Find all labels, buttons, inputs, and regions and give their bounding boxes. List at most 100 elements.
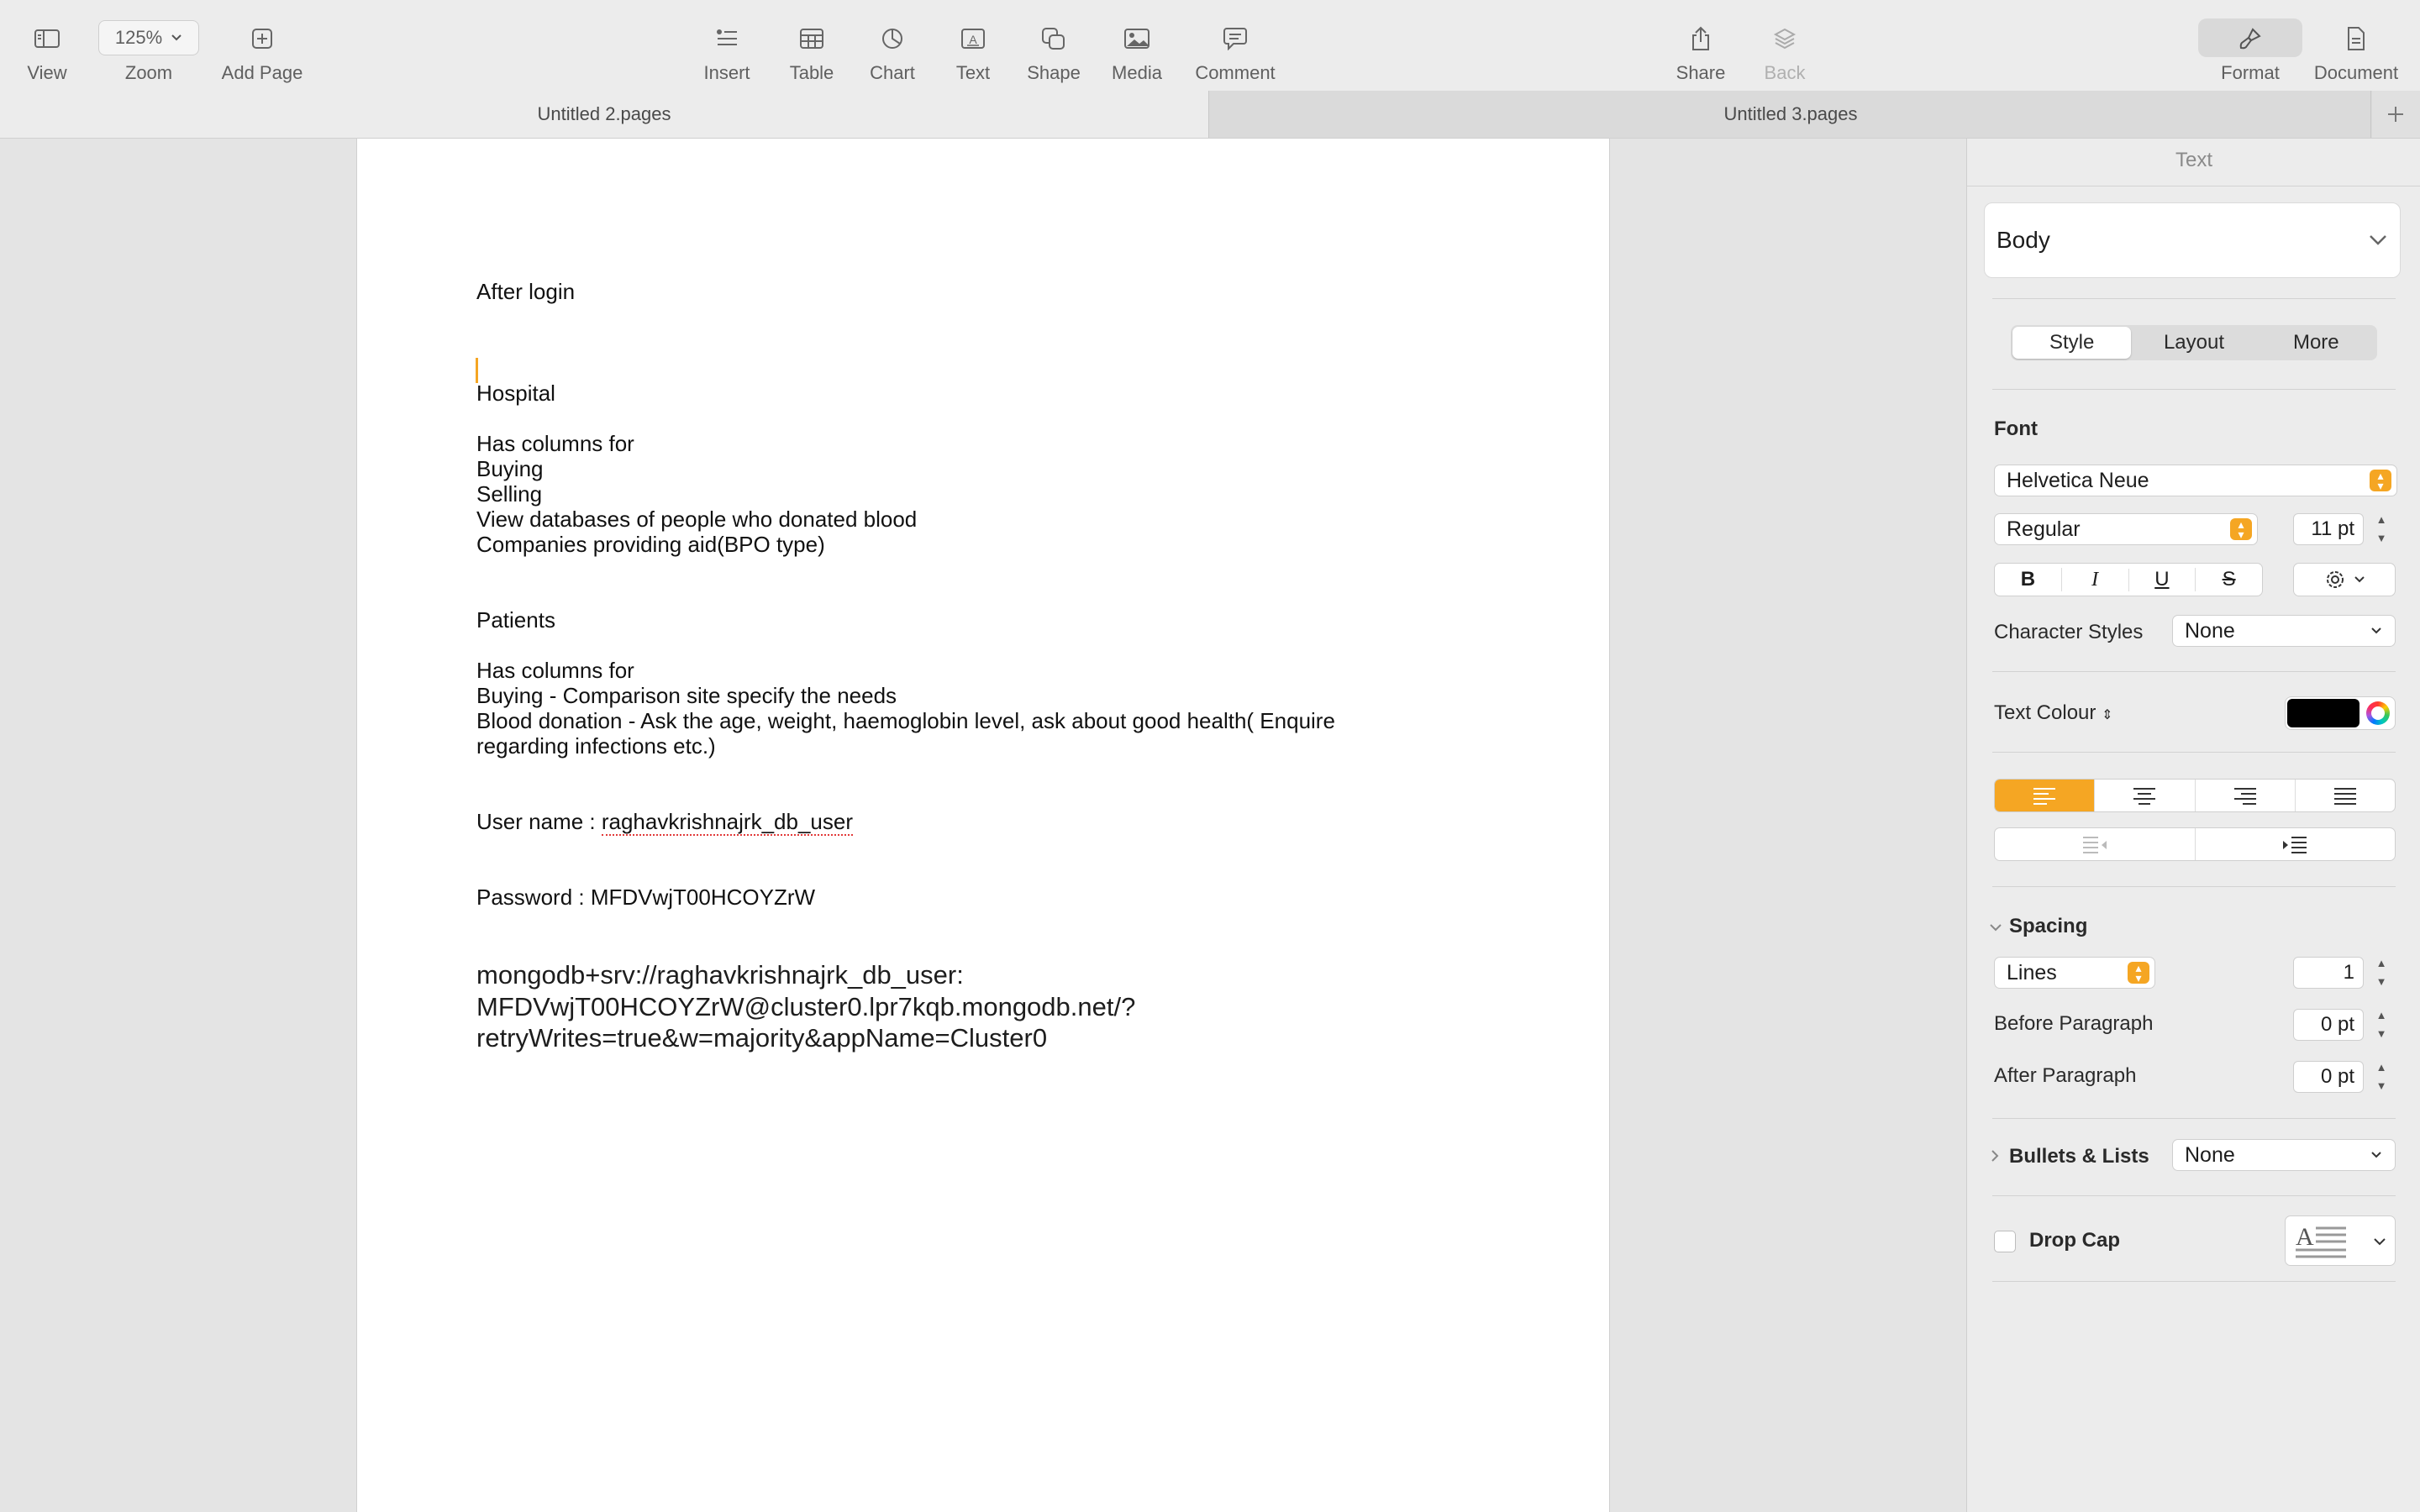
- paragraph-style-value: Body: [1996, 227, 2050, 253]
- connection-string-line[interactable]: MFDVwjT00HCOYZrW@cluster0.lpr7kqb.mongod…: [476, 992, 1135, 1022]
- underline-button[interactable]: U: [2129, 568, 2196, 591]
- connection-string-line[interactable]: retryWrites=true&w=majority&appName=Clus…: [476, 1023, 1047, 1053]
- share-button[interactable]: Share: [1665, 0, 1736, 91]
- chart-button[interactable]: Chart: [857, 0, 928, 91]
- font-weight-popup[interactable]: Regular ▴ ▾: [1994, 513, 2258, 545]
- document-button[interactable]: Document: [2309, 0, 2403, 91]
- connection-string-line[interactable]: mongodb+srv://raghavkrishnajrk_db_user:: [476, 960, 964, 990]
- align-right-button[interactable]: [2196, 780, 2296, 811]
- divider: [1992, 671, 2396, 672]
- advanced-options-popup[interactable]: [2293, 563, 2396, 596]
- text-colour-well[interactable]: [2285, 696, 2396, 730]
- colour-swatch[interactable]: [2287, 699, 2360, 727]
- insert-button[interactable]: Insert: [691, 0, 763, 91]
- bold-button[interactable]: B: [1995, 568, 2062, 591]
- text-line[interactable]: Patients: [476, 607, 555, 633]
- zoom-control[interactable]: 125% Zoom: [94, 0, 203, 91]
- align-left-button[interactable]: [1995, 780, 2096, 811]
- bullets-label: Bullets & Lists: [2009, 1145, 2149, 1168]
- divider: [1992, 389, 2396, 390]
- decrease-indent-button[interactable]: [1995, 828, 2196, 860]
- tab-layout[interactable]: Layout: [2134, 327, 2253, 359]
- italic-button[interactable]: I: [2062, 568, 2129, 591]
- text-colour-label[interactable]: Text Colour ⇕: [1994, 701, 2112, 725]
- back-button[interactable]: Back: [1749, 0, 1820, 91]
- bullets-disclosure[interactable]: Bullets & Lists: [1989, 1145, 2149, 1168]
- strikethrough-button[interactable]: S: [2196, 568, 2262, 591]
- text-label: Text: [955, 62, 991, 83]
- photo-icon: [1118, 20, 1155, 57]
- media-label: Media: [1112, 62, 1162, 83]
- align-center-button[interactable]: [2095, 780, 2196, 811]
- document-page[interactable]: After login Hospital Has columns for Buy…: [356, 139, 1610, 1512]
- username-line[interactable]: User name : raghavkrishnajrk_db_user: [476, 809, 853, 836]
- divider: [1992, 1118, 2396, 1119]
- view-label: View: [27, 62, 67, 83]
- font-family-popup[interactable]: Helvetica Neue ▴ ▾: [1994, 465, 2397, 496]
- text-line[interactable]: Buying: [476, 456, 544, 482]
- zoom-popup[interactable]: 125%: [98, 20, 199, 55]
- tab-untitled-3[interactable]: Untitled 3.pages: [1208, 91, 2372, 138]
- text-line[interactable]: After login: [476, 279, 575, 305]
- font-size-stepper[interactable]: ▲ ▼: [2374, 512, 2389, 546]
- view-button[interactable]: View: [17, 0, 77, 91]
- up-down-arrows-icon: ▴ ▾: [2370, 470, 2391, 491]
- drop-cap-checkbox[interactable]: [1994, 1231, 2016, 1252]
- before-paragraph-field[interactable]: 0 pt: [2293, 1009, 2364, 1041]
- align-right-icon: [2233, 788, 2256, 805]
- drop-cap-style-popup[interactable]: A: [2285, 1215, 2396, 1266]
- text-line[interactable]: View databases of people who donated blo…: [476, 507, 917, 533]
- table-icon: [793, 20, 830, 57]
- shape-icon: [1035, 20, 1072, 57]
- after-paragraph-label: After Paragraph: [1994, 1064, 2137, 1087]
- bullets-popup[interactable]: None: [2172, 1139, 2396, 1171]
- document-tab-bar: Untitled 2.pages Untitled 3.pages: [0, 91, 2420, 139]
- after-paragraph-stepper[interactable]: ▲ ▼: [2374, 1060, 2389, 1094]
- spacing-label: Spacing: [2009, 915, 2088, 937]
- font-size-field[interactable]: 11 pt: [2293, 513, 2364, 545]
- tab-style[interactable]: Style: [2012, 327, 2132, 359]
- format-button[interactable]: Format: [2198, 0, 2302, 91]
- gear-icon: [2327, 571, 2344, 588]
- inspector-title: Text: [2175, 149, 2212, 171]
- table-label: Table: [789, 62, 834, 83]
- comment-button[interactable]: Comment: [1185, 0, 1286, 91]
- character-styles-label: Character Styles: [1994, 621, 2144, 643]
- spacing-disclosure[interactable]: Spacing: [1989, 915, 2087, 938]
- table-button[interactable]: Table: [776, 0, 847, 91]
- add-page-button[interactable]: Add Page: [210, 0, 314, 91]
- alignment-buttons: [1994, 779, 2396, 812]
- tab-untitled-2[interactable]: Untitled 2.pages: [0, 91, 1208, 138]
- text-line[interactable]: Has columns for: [476, 658, 634, 684]
- password-line[interactable]: Password : MFDVwjT00HCOYZrW: [476, 885, 815, 911]
- colour-wheel-icon[interactable]: [2366, 701, 2390, 725]
- after-paragraph-field[interactable]: 0 pt: [2293, 1061, 2364, 1093]
- text-line[interactable]: regarding infections etc.): [476, 733, 716, 759]
- text-line[interactable]: Has columns for: [476, 431, 634, 457]
- line-spacing-field[interactable]: 1: [2293, 957, 2364, 989]
- text-line[interactable]: Selling: [476, 481, 542, 507]
- before-paragraph-stepper[interactable]: ▲ ▼: [2374, 1008, 2389, 1042]
- text-button[interactable]: A Text: [938, 0, 1008, 91]
- text-line[interactable]: Blood donation - Ask the age, weight, ha…: [476, 708, 1335, 734]
- paragraph-style-popup[interactable]: Body: [1984, 202, 2401, 278]
- pie-chart-icon: [874, 20, 911, 57]
- svg-text:A: A: [2296, 1223, 2314, 1251]
- new-tab-button[interactable]: [2370, 91, 2420, 138]
- text-line[interactable]: Buying - Comparison site specify the nee…: [476, 683, 897, 709]
- media-button[interactable]: Media: [1101, 0, 1173, 91]
- justify-button[interactable]: [2296, 780, 2395, 811]
- line-spacing-popup[interactable]: Lines ▴ ▾: [1994, 957, 2155, 989]
- document-canvas[interactable]: After login Hospital Has columns for Buy…: [0, 139, 1966, 1512]
- line-spacing-stepper[interactable]: ▲ ▼: [2374, 956, 2389, 990]
- text-line[interactable]: Hospital: [476, 381, 555, 407]
- shape-button[interactable]: Shape: [1018, 0, 1089, 91]
- zoom-label: Zoom: [124, 62, 173, 83]
- chevron-right-icon: [1991, 1150, 1999, 1162]
- character-styles-popup[interactable]: None: [2172, 615, 2396, 647]
- zoom-value: 125%: [114, 27, 163, 48]
- increase-indent-button[interactable]: [2196, 828, 2396, 860]
- tab-more[interactable]: More: [2257, 327, 2375, 359]
- text-line[interactable]: Companies providing aid(BPO type): [476, 532, 825, 558]
- chevron-down-icon: [2371, 627, 2381, 634]
